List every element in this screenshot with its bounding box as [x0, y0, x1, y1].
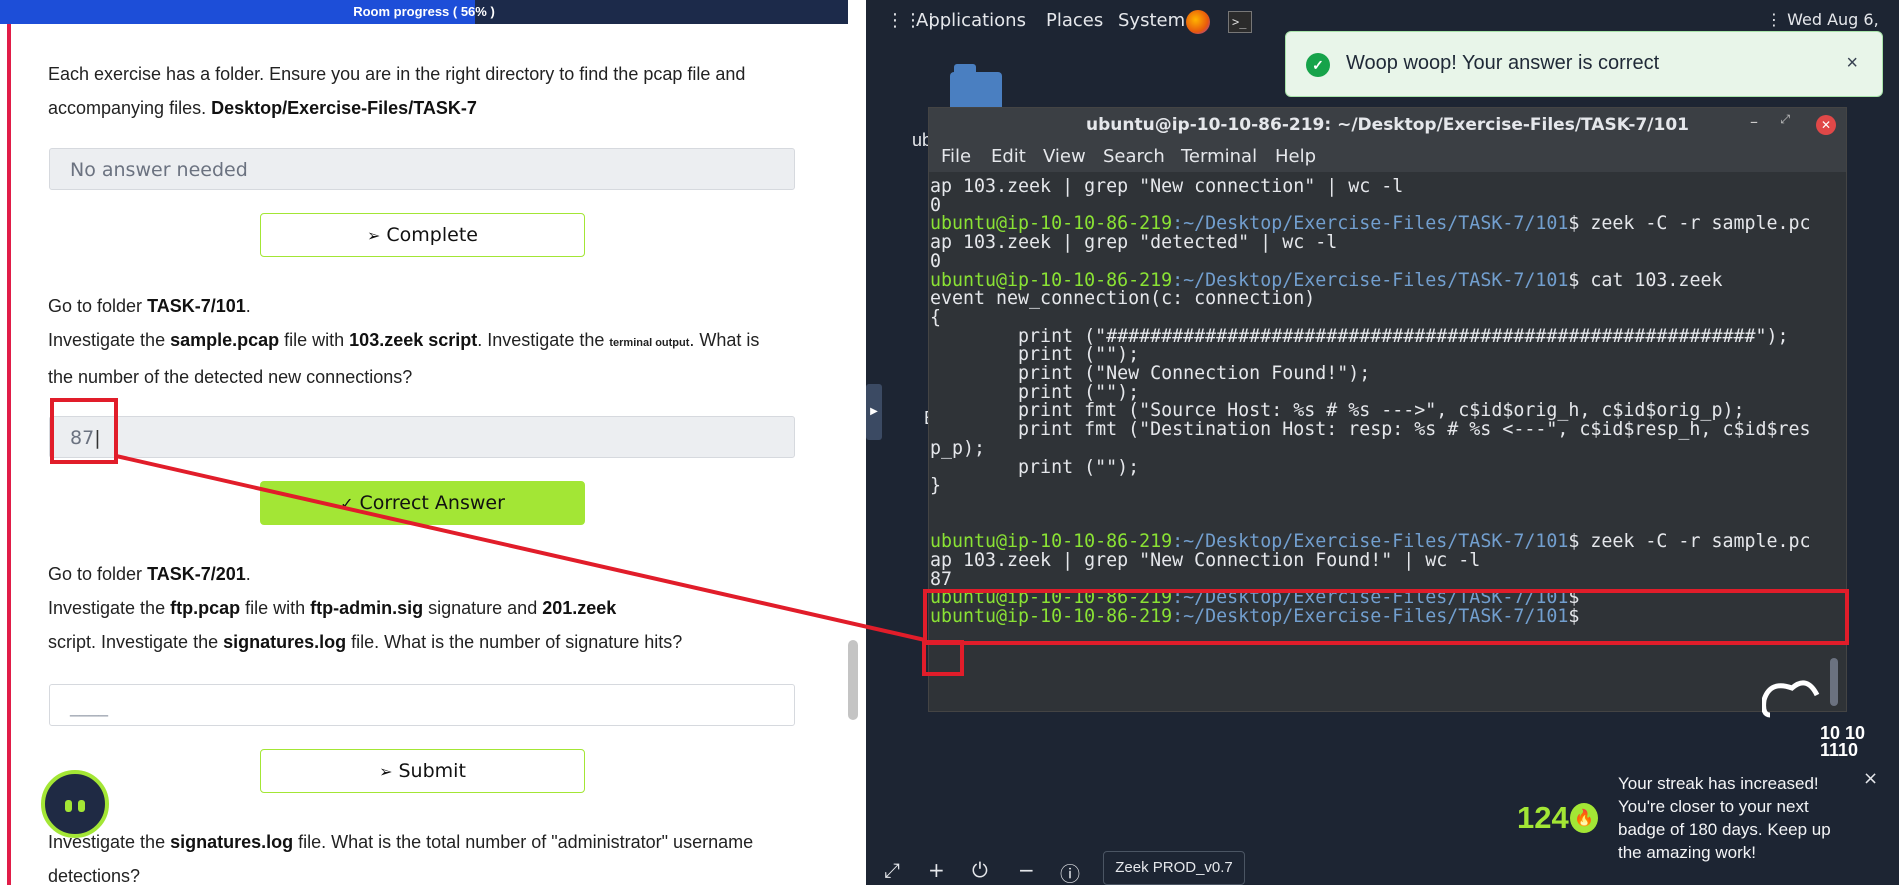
check-circle-icon: ✓: [1306, 53, 1330, 77]
menu-applications[interactable]: Applications: [916, 10, 1026, 31]
terminal-menubar: File Edit View Search Terminal Help: [929, 142, 1846, 172]
terminal-line: event new_connection(c: connection): [930, 288, 1316, 310]
question-1-text: Go to folder TASK-7/101. Investigate the…: [48, 289, 798, 394]
complete-button[interactable]: ➢ Complete: [260, 213, 585, 257]
annotation-box-answer: [50, 398, 118, 464]
toast-close-button[interactable]: ×: [1846, 52, 1858, 75]
submit-button[interactable]: ➢ Submit: [260, 749, 585, 793]
terminal-line: ap 103.zeek | grep "detected" | wc -l: [930, 232, 1338, 254]
toast-message: Woop woop! Your answer is correct: [1346, 52, 1660, 74]
terminal-line: }: [930, 475, 942, 497]
network-icon: ⋮: [1766, 10, 1788, 29]
streak-close-button[interactable]: ×: [1863, 768, 1878, 789]
terminal-line: print ("");: [930, 456, 1140, 478]
room-progress-bar: Room progress ( 56% ): [0, 0, 848, 24]
annotation-box-output: [922, 640, 964, 676]
side-panel-toggle[interactable]: ▶: [866, 384, 882, 440]
q1-line-1: Go to folder TASK-7/101.: [48, 296, 251, 316]
q1-line-3: the number of the detected new connectio…: [48, 367, 413, 387]
bot-eye-icon: [78, 800, 85, 812]
intro-line-2: accompanying files. Desktop/Exercise-Fil…: [48, 98, 477, 118]
vm-name-button[interactable]: Zeek PROD_v0.7: [1103, 851, 1245, 885]
streak-count: 124: [1517, 800, 1569, 835]
correct-answer-button[interactable]: ✓ Correct Answer: [260, 481, 585, 525]
prompt-command: $ cat 103.zeek: [1568, 269, 1723, 291]
terminal-launcher-icon[interactable]: >_: [1228, 11, 1252, 33]
intro-answer-field: No answer needed: [49, 148, 795, 190]
annotation-box-command: [923, 589, 1849, 645]
close-icon[interactable]: ✕: [1816, 115, 1836, 135]
info-icon[interactable]: ⓘ: [1060, 858, 1080, 887]
streak-message: Your streak has increased! You're closer…: [1618, 774, 1831, 862]
q2-line-2: Investigate the ftp.pcap file with ftp-a…: [48, 598, 617, 618]
q2-line-1: Go to folder TASK-7/201.: [48, 564, 251, 584]
prompt-command: $ zeek -C -r sample.pc: [1568, 531, 1811, 553]
q2-answer-input[interactable]: ____: [49, 684, 795, 726]
minimize-icon[interactable]: –: [1750, 112, 1758, 131]
prompt-command: $ zeek -C -r sample.pc: [1568, 213, 1811, 235]
q2-line-3: script. Investigate the signatures.log f…: [48, 632, 683, 652]
room-scrollbar[interactable]: [848, 640, 858, 720]
intro-line-1: Each exercise has a folder. Ensure you a…: [48, 64, 746, 84]
terminal-menu-help[interactable]: Help: [1275, 146, 1316, 167]
power-icon[interactable]: ⏻: [972, 858, 988, 882]
menu-system[interactable]: System: [1118, 10, 1185, 31]
intro-path: Desktop/Exercise-Files/TASK-7: [211, 98, 477, 118]
terminal-line: ap 103.zeek | grep "New connection" | wc…: [930, 176, 1404, 197]
question-2-text: Go to folder TASK-7/201. Investigate the…: [48, 557, 798, 659]
terminal-menu-view[interactable]: View: [1043, 146, 1086, 167]
terminal-menu-edit[interactable]: Edit: [991, 146, 1026, 167]
bot-eye-icon: [65, 800, 72, 812]
terminal-line: ap 103.zeek | grep "New Connection Found…: [930, 550, 1481, 571]
minus-icon[interactable]: −: [1018, 858, 1035, 882]
add-icon[interactable]: +: [928, 858, 945, 882]
terminal-title: ubuntu@ip-10-10-86-219: ~/Desktop/Exerci…: [929, 108, 1846, 142]
task-intro-text: Each exercise has a folder. Ensure you a…: [48, 57, 798, 125]
terminal-menu-file[interactable]: File: [941, 146, 971, 167]
correct-answer-toast: ✓ Woop woop! Your answer is correct ×: [1285, 31, 1883, 97]
assistant-bot-button[interactable]: [41, 770, 109, 838]
q3-line-2: detections?: [48, 866, 141, 885]
cloud-outline-icon: [1762, 680, 1820, 718]
task-accent-line: [7, 24, 11, 885]
flame-icon: 🔥: [1570, 803, 1598, 833]
room-progress-label: Room progress ( 56% ): [353, 4, 495, 19]
q1-line-2: Investigate the sample.pcap file with 10…: [48, 330, 760, 350]
menu-places[interactable]: Places: [1046, 10, 1103, 31]
check-icon: ✓: [340, 494, 354, 513]
firefox-icon[interactable]: [1186, 10, 1210, 34]
send-icon: ➢: [379, 762, 393, 781]
binary-decoration: 10 10 1110: [1762, 670, 1899, 760]
home-folder-icon[interactable]: [950, 64, 1002, 112]
question-3-text: Investigate the signatures.log file. Wha…: [48, 825, 798, 885]
fullscreen-icon[interactable]: ⤢: [884, 858, 900, 882]
q1-answer-input[interactable]: 87|: [49, 416, 795, 458]
q3-line-1: Investigate the signatures.log file. Wha…: [48, 832, 754, 852]
maximize-icon[interactable]: ⤢: [1780, 112, 1790, 127]
room-panel: Room progress ( 56% ) Each exercise has …: [0, 0, 858, 885]
terminal-menu-terminal[interactable]: Terminal: [1181, 146, 1257, 167]
send-icon: ➢: [367, 226, 381, 245]
terminal-menu-search[interactable]: Search: [1103, 146, 1165, 167]
terminal-line: print fmt ("Destination Host: resp: %s #…: [930, 419, 1811, 441]
